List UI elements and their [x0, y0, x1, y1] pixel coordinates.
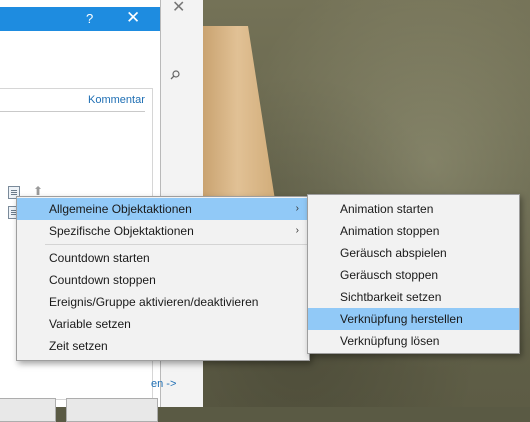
submenu-item-animation-start[interactable]: Animation starten	[308, 198, 519, 220]
menu-separator	[45, 244, 307, 245]
menu-item-label: Spezifische Objektaktionen	[49, 224, 194, 238]
menu-item-label: Ereignis/Gruppe aktivieren/deaktivieren	[49, 295, 259, 309]
submenu-item-play-sound[interactable]: Geräusch abspielen	[308, 242, 519, 264]
help-icon[interactable]: ?	[86, 11, 93, 26]
context-menu: Allgemeine Objektaktionen › Spezifische …	[16, 196, 310, 361]
menu-item-set-time[interactable]: Zeit setzen	[17, 335, 309, 357]
menu-item-label: Sichtbarkeit setzen	[340, 290, 442, 304]
menu-item-label: Animation stoppen	[340, 224, 440, 238]
menu-item-label: Countdown stoppen	[49, 273, 156, 287]
divider	[0, 111, 145, 112]
menu-item-toggle-event-group[interactable]: Ereignis/Gruppe aktivieren/deaktivieren	[17, 291, 309, 313]
menu-item-label: Verknüpfung lösen	[340, 334, 440, 348]
chevron-right-icon: ›	[295, 203, 299, 214]
menu-item-set-variable[interactable]: Variable setzen	[17, 313, 309, 335]
menu-item-label: Geräusch stoppen	[340, 268, 439, 282]
comment-link[interactable]: Kommentar	[88, 94, 145, 106]
submenu-item-animation-stop[interactable]: Animation stoppen	[308, 220, 519, 242]
menu-item-general-object-actions[interactable]: Allgemeine Objektaktionen ›	[17, 198, 309, 220]
menu-item-specific-object-actions[interactable]: Spezifische Objektaktionen ›	[17, 220, 309, 242]
dialog-titlebar: ? ✕	[0, 7, 160, 31]
menu-item-label: Allgemeine Objektaktionen	[49, 202, 192, 216]
menu-item-label: Animation starten	[340, 202, 434, 216]
submenu-general-object-actions: Animation starten Animation stoppen Gerä…	[307, 194, 520, 354]
dialog-button-left[interactable]	[0, 398, 56, 422]
submenu-item-stop-sound[interactable]: Geräusch stoppen	[308, 264, 519, 286]
submenu-item-set-visibility[interactable]: Sichtbarkeit setzen	[308, 286, 519, 308]
menu-item-label: Countdown starten	[49, 251, 150, 265]
background-close-icon[interactable]: ✕	[172, 0, 185, 17]
search-icon[interactable]	[170, 70, 180, 80]
submenu-item-create-link[interactable]: Verknüpfung herstellen	[308, 308, 519, 330]
menu-item-countdown-stop[interactable]: Countdown stoppen	[17, 269, 309, 291]
menu-item-label: Variable setzen	[49, 317, 131, 331]
wooden-table-surface	[200, 26, 275, 200]
next-link[interactable]: en ->	[151, 378, 176, 390]
submenu-item-remove-link[interactable]: Verknüpfung lösen	[308, 330, 519, 352]
menu-item-label: Verknüpfung herstellen	[340, 312, 463, 326]
close-icon[interactable]: ✕	[126, 8, 140, 28]
menu-item-countdown-start[interactable]: Countdown starten	[17, 247, 309, 269]
menu-item-label: Zeit setzen	[49, 339, 108, 353]
menu-item-label: Geräusch abspielen	[340, 246, 447, 260]
dialog-button-right[interactable]	[66, 398, 158, 422]
chevron-right-icon: ›	[295, 225, 299, 236]
